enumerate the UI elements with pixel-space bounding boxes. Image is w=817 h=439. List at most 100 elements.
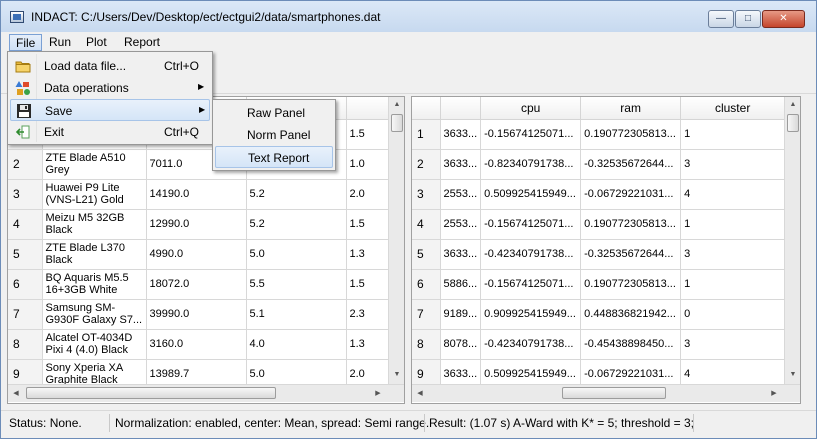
table-row[interactable]: 4 2553... -0.15674125071... 0.1907723058… [412, 209, 786, 240]
value-cell: 1.0 [346, 149, 389, 180]
scroll-thumb[interactable] [787, 114, 799, 132]
menu-item-text-report[interactable]: Text Report [215, 146, 333, 168]
menu-item-label: Save [45, 104, 73, 118]
value-cell: 2.3 [346, 299, 389, 330]
table-row[interactable]: 3 2553... 0.509925415949... -0.067292210… [412, 179, 786, 210]
table-row[interactable]: 5 3633... -0.42340791738... -0.325356726… [412, 239, 786, 270]
table-row[interactable]: 6 5886... -0.15674125071... 0.1907723058… [412, 269, 786, 300]
floppy-disk-icon [17, 104, 31, 118]
menu-report[interactable]: Report [118, 34, 166, 51]
table-row[interactable]: 7 9189... 0.909925415949... 0.4488368219… [412, 299, 786, 330]
minimize-button[interactable]: — [708, 10, 734, 28]
name-cell: Huawei P9 Lite (VNS-L21) Gold [42, 179, 147, 210]
table-row[interactable]: 7 Samsung SM-G930F Galaxy S7... 39990.0 … [8, 299, 389, 330]
menu-item-shortcut: Ctrl+O [164, 59, 200, 73]
cluster-cell: 1 [680, 269, 786, 300]
scroll-down-arrow-icon[interactable]: ▼ [389, 367, 404, 383]
menu-bar: File Run Plot Report [1, 32, 816, 52]
scroll-thumb[interactable] [562, 387, 666, 399]
column-header[interactable] [346, 97, 389, 120]
cpu-cell: -0.15674125071... [480, 209, 582, 240]
normalization-status: Normalization: enabled, center: Mean, sp… [115, 416, 430, 430]
row-number: 3 [412, 179, 441, 210]
value-cell: 2553... [440, 209, 482, 240]
value-cell: 1.5 [346, 269, 389, 300]
menu-item-label: Data operations [44, 81, 129, 95]
price-cell: 12990.0 [146, 209, 247, 240]
row-number: 6 [8, 269, 43, 300]
scroll-right-arrow-icon[interactable]: ▶ [766, 385, 782, 402]
cpu-cell: -0.42340791738... [480, 329, 582, 360]
ram-cell: 0.190772305813... [580, 209, 682, 240]
ram-cell: -0.32535672644... [580, 239, 682, 270]
menu-item-data-operations[interactable]: Data operations ▶ [10, 77, 210, 99]
menu-run[interactable]: Run [43, 34, 77, 51]
screen-cell: 5.5 [246, 269, 347, 300]
scroll-left-arrow-icon[interactable]: ◀ [412, 385, 428, 402]
value-cell: 1.5 [346, 119, 389, 150]
menu-item-raw-panel[interactable]: Raw Panel [215, 102, 333, 124]
header-corner [412, 97, 441, 120]
cpu-cell: -0.15674125071... [480, 119, 582, 150]
scroll-down-arrow-icon[interactable]: ▼ [785, 367, 800, 383]
screen-cell: 5.2 [246, 179, 347, 210]
menu-item-norm-panel[interactable]: Norm Panel [215, 124, 333, 146]
table-row[interactable]: 3 Huawei P9 Lite (VNS-L21) Gold 14190.0 … [8, 179, 389, 210]
horizontal-scrollbar[interactable]: ◀ ▶ [412, 384, 800, 402]
normalized-data-table[interactable]: cpu ram cluster 1 3633... -0.15674125071… [411, 96, 801, 404]
scroll-left-arrow-icon[interactable]: ◀ [8, 385, 24, 402]
close-button[interactable]: ✕ [762, 10, 805, 28]
vertical-scrollbar[interactable]: ▲ ▼ [388, 97, 404, 384]
ram-cell: 0.448836821942... [580, 299, 682, 330]
row-number: 5 [412, 239, 441, 270]
column-header-cluster[interactable]: cluster [680, 97, 786, 120]
row-number: 8 [412, 329, 441, 360]
table-row[interactable]: 8 8078... -0.42340791738... -0.454388984… [412, 329, 786, 360]
menu-item-exit[interactable]: Exit Ctrl+Q [10, 121, 210, 143]
scroll-up-arrow-icon[interactable]: ▲ [389, 97, 404, 113]
result-status: Result: (1.07 s) A-Ward with K* = 5; thr… [429, 416, 695, 430]
window-title: INDACT: C:/Users/Dev/Desktop/ect/ectgui2… [31, 10, 381, 24]
status-divider [424, 414, 425, 432]
table-row[interactable]: 4 Meizu M5 32GB Black 12990.0 5.2 1.5 [8, 209, 389, 240]
value-cell: 2.0 [346, 179, 389, 210]
scroll-thumb[interactable] [26, 387, 276, 399]
submenu-arrow-icon: ▶ [199, 105, 206, 114]
price-cell: 18072.0 [146, 269, 247, 300]
menu-item-load-data-file[interactable]: Load data file... Ctrl+O [10, 55, 210, 77]
scroll-thumb[interactable] [391, 114, 403, 132]
price-cell: 3160.0 [146, 329, 247, 360]
status-bar: Status: None. Normalization: enabled, ce… [1, 410, 816, 436]
save-submenu: Raw Panel Norm Panel Text Report [212, 99, 336, 171]
menu-item-label: Norm Panel [247, 128, 311, 142]
horizontal-scrollbar[interactable]: ◀ ▶ [8, 384, 404, 402]
row-number: 6 [412, 269, 441, 300]
status-divider [109, 414, 110, 432]
name-cell: Alcatel OT-4034D Pixi 4 (4.0) Black [42, 329, 147, 360]
value-cell: 8078... [440, 329, 482, 360]
menu-file[interactable]: File [9, 34, 43, 51]
value-cell: 3633... [440, 119, 482, 150]
screen-cell: 5.0 [246, 239, 347, 270]
menu-item-label: Text Report [248, 151, 310, 165]
column-header-ram[interactable]: ram [580, 97, 682, 120]
value-cell: 3633... [440, 149, 482, 180]
table-row[interactable]: 6 BQ Aquaris M5.5 16+3GB White 18072.0 5… [8, 269, 389, 300]
table-row[interactable]: 1 3633... -0.15674125071... 0.1907723058… [412, 119, 786, 150]
table-row[interactable]: 5 ZTE Blade L370 Black 4990.0 5.0 1.3 [8, 239, 389, 270]
maximize-button[interactable]: □ [735, 10, 761, 28]
cluster-cell: 0 [680, 299, 786, 330]
column-header[interactable] [440, 97, 482, 120]
scroll-up-arrow-icon[interactable]: ▲ [785, 97, 800, 113]
table-row[interactable]: 2 3633... -0.82340791738... -0.325356726… [412, 149, 786, 180]
column-header-cpu[interactable]: cpu [480, 97, 582, 120]
table-header-row: cpu ram cluster [412, 97, 786, 120]
scroll-right-arrow-icon[interactable]: ▶ [370, 385, 386, 402]
cluster-cell: 4 [680, 179, 786, 210]
table-row[interactable]: 8 Alcatel OT-4034D Pixi 4 (4.0) Black 31… [8, 329, 389, 360]
row-number: 7 [8, 299, 43, 330]
value-cell: 1.3 [346, 239, 389, 270]
menu-plot[interactable]: Plot [80, 34, 113, 51]
menu-item-save[interactable]: Save ▶ [10, 99, 210, 121]
vertical-scrollbar[interactable]: ▲ ▼ [784, 97, 800, 384]
